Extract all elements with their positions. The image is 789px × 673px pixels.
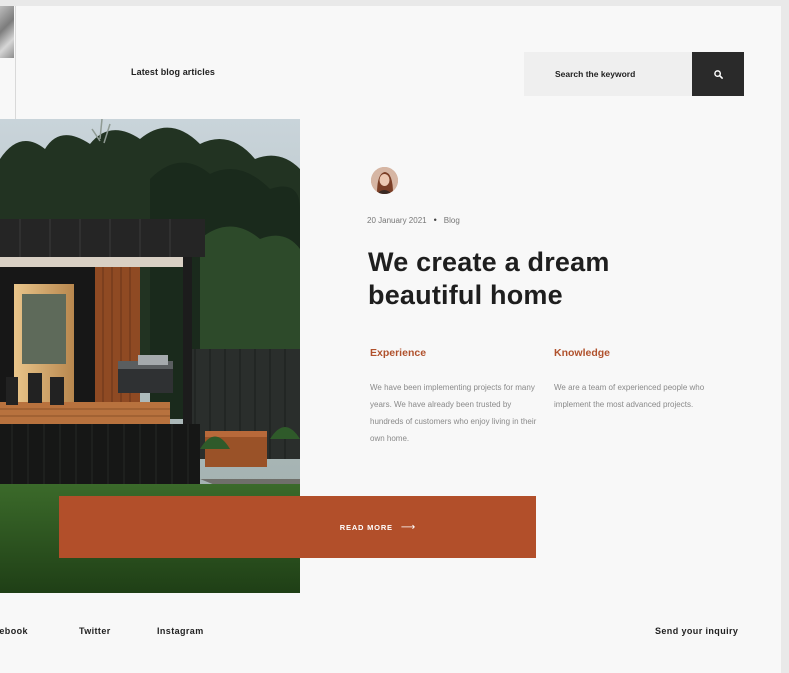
footer-link-twitter[interactable]: Twitter [79,626,111,636]
article-title: We create a dream beautiful home [368,247,610,310]
search-button[interactable] [692,52,744,96]
page: Latest blog articles Search the keyword … [0,6,781,673]
column-title: Knowledge [554,347,611,359]
experience-column: Experience We have been implementing pro… [370,347,542,447]
avatar-portrait [371,167,398,194]
meta-separator: • [433,215,437,225]
footer-link-instagram[interactable]: Instagram [157,626,204,636]
search-bar [524,52,744,96]
read-more-button[interactable]: READ MORE ⟶ [59,496,536,558]
read-more-label: READ MORE [339,522,393,532]
knowledge-column: Knowledge We are a team of experienced p… [554,347,726,413]
search-icon [713,69,723,79]
article-meta: 20 January 2021 • Blog [367,215,460,225]
latest-blog-articles-link[interactable]: Latest blog articles [131,67,215,77]
article-category[interactable]: Blog [444,216,460,225]
thumbnail-image [0,6,14,58]
column-text: We are a team of experienced people who … [554,383,705,409]
author-avatar[interactable] [371,167,398,194]
column-text: We have been implementing projects for m… [370,383,537,443]
column-title: Experience [370,347,427,359]
send-inquiry-link[interactable]: Send your inquiry [655,626,738,636]
footer-link-facebook[interactable]: cebook [0,626,28,636]
article-date: 20 January 2021 [367,215,427,225]
search-input[interactable] [524,52,692,96]
arrow-right-icon: ⟶ [400,521,416,533]
